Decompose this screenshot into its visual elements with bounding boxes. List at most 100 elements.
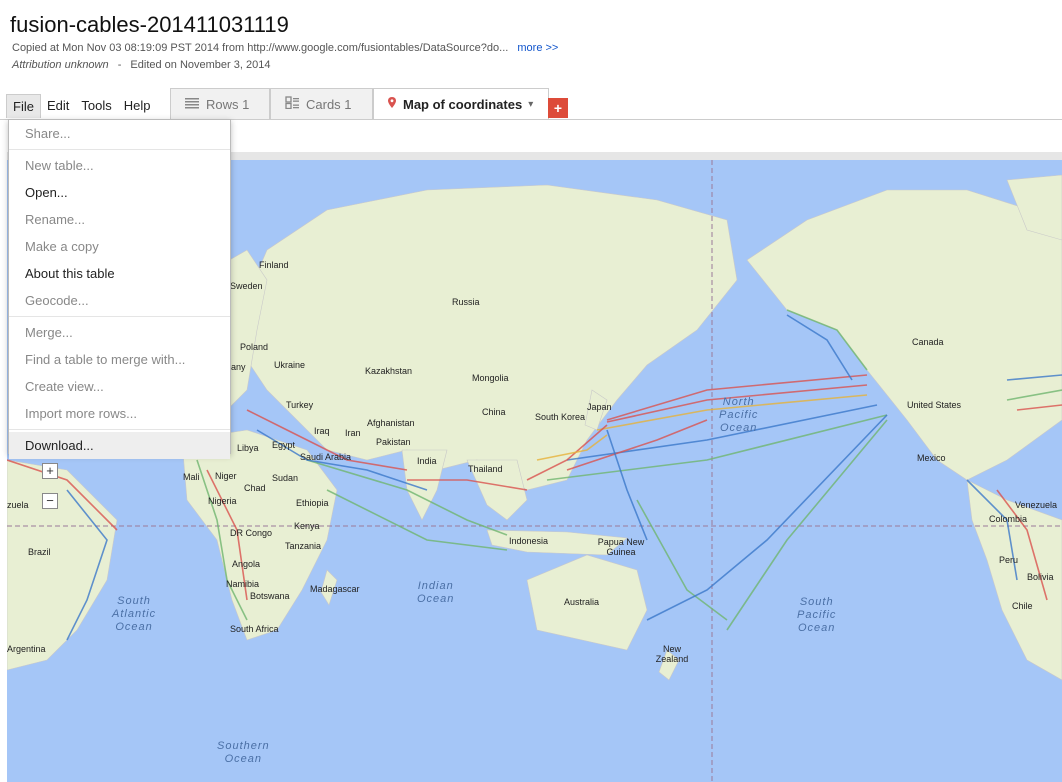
- copied-text: Copied at Mon Nov 03 08:19:09 PST 2014 f…: [12, 42, 509, 54]
- menu-item-import-more-rows[interactable]: Import more rows...: [9, 400, 230, 427]
- more-link[interactable]: more >>: [517, 42, 558, 54]
- menu-item-about-this-table[interactable]: About this table: [9, 260, 230, 287]
- map-label: Japan: [587, 402, 612, 412]
- table-title: fusion-cables-201411031119: [10, 12, 289, 37]
- map-label: DR Congo: [230, 528, 273, 538]
- map-label: China: [482, 407, 506, 417]
- map-label: India: [417, 456, 437, 466]
- map-label: Venezuela: [1015, 500, 1058, 510]
- menu-item-find-a-table-to-merge-with[interactable]: Find a table to merge with...: [9, 346, 230, 373]
- menu-item-new-table[interactable]: New table...: [9, 152, 230, 179]
- menu-separator: [9, 316, 230, 317]
- map-label: Egypt: [272, 440, 296, 450]
- map-label: Pakistan: [376, 437, 411, 447]
- map-label: Canada: [912, 337, 944, 347]
- map-label: Colombia: [989, 514, 1028, 524]
- map-label: Tanzania: [285, 541, 322, 551]
- add-tab-button[interactable]: +: [548, 98, 568, 118]
- tab-cards-label: Cards 1: [306, 96, 352, 112]
- map-label: any: [231, 362, 246, 372]
- tab-rows-label: Rows 1: [206, 96, 250, 112]
- map-label: Poland: [240, 342, 269, 352]
- menu-item-geocode[interactable]: Geocode...: [9, 287, 230, 314]
- menu-item-make-a-copy[interactable]: Make a copy: [9, 233, 230, 260]
- map-label: Saudi Arabia: [300, 452, 352, 462]
- map-pin-icon: [388, 97, 396, 112]
- ocean-label-indian: Indian Ocean: [417, 580, 455, 605]
- map-label: Ethiopia: [296, 498, 329, 508]
- map-label: Mongolia: [472, 373, 509, 383]
- map-label: Argentina: [7, 644, 46, 654]
- menu-separator: [9, 429, 230, 430]
- map-label: zuela: [7, 500, 29, 510]
- map-label: Iraq: [314, 426, 330, 436]
- map-label: Papua New Guinea: [597, 537, 645, 557]
- menu-item-rename[interactable]: Rename...: [9, 206, 230, 233]
- menu-item-merge[interactable]: Merge...: [9, 319, 230, 346]
- land-eurasia: [236, 184, 738, 491]
- ocean-label-north-pacific: North Pacific Ocean: [719, 396, 759, 434]
- map-label: Mexico: [917, 453, 946, 463]
- menu-edit[interactable]: Edit: [41, 94, 75, 118]
- tab-map[interactable]: Map of coordinates ▾: [373, 88, 549, 120]
- map-label: Chile: [1012, 601, 1033, 611]
- map-label: Peru: [999, 555, 1019, 565]
- map-label: Namibia: [226, 579, 260, 589]
- ocean-label-south-atlantic: South Atlantic Ocean: [112, 595, 157, 633]
- attribution-info: Attribution unknown - Edited on November…: [12, 59, 270, 71]
- menu-help[interactable]: Help: [118, 94, 157, 118]
- map-label: Kenya: [294, 521, 320, 531]
- map-label: Brazil: [28, 547, 51, 557]
- zoom-out-button[interactable]: −: [42, 493, 58, 509]
- map-label: Iran: [345, 428, 361, 438]
- map-label: Botswana: [250, 591, 290, 601]
- map-label: New Zealand: [655, 644, 689, 664]
- map-label: Chad: [244, 483, 266, 493]
- map-label: Nigeria: [208, 496, 237, 506]
- map-label: Mali: [183, 472, 200, 482]
- map-label: Sweden: [230, 281, 263, 291]
- map-label: Turkey: [286, 400, 314, 410]
- menu-item-share[interactable]: Share...: [9, 120, 230, 147]
- edited-text: Edited on November 3, 2014: [130, 59, 271, 71]
- map-label: Madagascar: [310, 584, 360, 594]
- menubar: File Edit Tools Help: [6, 94, 156, 118]
- menu-item-open[interactable]: Open...: [9, 179, 230, 206]
- chevron-down-icon[interactable]: ▾: [528, 99, 533, 110]
- separator: -: [117, 59, 122, 71]
- map-label: Australia: [564, 597, 600, 607]
- map-label: United States: [907, 400, 962, 410]
- map-label: Libya: [237, 443, 259, 453]
- file-menu-dropdown: Share... New table... Open... Rename... Make…: [8, 119, 231, 459]
- map-label: Afghanistan: [367, 418, 415, 428]
- attribution-text: Attribution unknown: [12, 59, 109, 71]
- map-label: Ukraine: [274, 360, 306, 370]
- map-label: Bolivia: [1027, 572, 1054, 582]
- zoom-in-button[interactable]: +: [42, 463, 58, 479]
- ocean-label-south-pacific: South Pacific Ocean: [797, 596, 837, 634]
- tab-cards[interactable]: Cards 1: [270, 88, 373, 119]
- menu-separator: [9, 149, 230, 150]
- menu-tools[interactable]: Tools: [75, 94, 117, 118]
- land-brazil: [7, 459, 118, 671]
- copied-info: Copied at Mon Nov 03 08:19:09 PST 2014 f…: [12, 42, 558, 54]
- menu-item-create-view[interactable]: Create view...: [9, 373, 230, 400]
- tab-map-label: Map of coordinates: [403, 97, 523, 112]
- cards-icon: [285, 96, 299, 112]
- map-label: Finland: [259, 260, 289, 270]
- map-label: Thailand: [468, 464, 503, 474]
- ocean-label-southern: Southern Ocean: [217, 740, 270, 765]
- rows-icon: [185, 97, 199, 112]
- tab-rows[interactable]: Rows 1: [170, 88, 270, 119]
- map-label: Sudan: [272, 473, 299, 483]
- map-label: Russia: [452, 297, 480, 307]
- menu-item-download[interactable]: Download...: [9, 432, 230, 459]
- map-label: Angola: [232, 559, 261, 569]
- menu-file[interactable]: File: [6, 94, 41, 118]
- map-label: Indonesia: [509, 536, 549, 546]
- map-label: South Korea: [535, 412, 586, 422]
- land-north-america: [746, 189, 1062, 481]
- map-label: Niger: [215, 471, 237, 481]
- map-label: South Africa: [230, 624, 279, 634]
- map-label: Kazakhstan: [365, 366, 413, 376]
